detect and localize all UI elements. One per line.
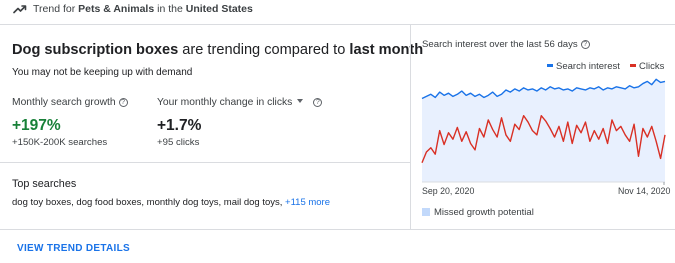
x-tick-end: Nov 14, 2020 — [618, 186, 671, 196]
trend-location: United States — [185, 3, 253, 15]
trend-middle: in the — [154, 3, 186, 15]
search-growth-sub: +150K-200K searches — [12, 137, 108, 148]
help-icon[interactable]: ? — [118, 98, 128, 107]
trend-category: Pets & Animals — [78, 3, 155, 15]
clicks-change-dropdown[interactable]: Your monthly change in clicks — [157, 97, 304, 108]
legend-clicks: Clicks — [630, 61, 664, 72]
dropdown-arrow-icon — [297, 99, 304, 103]
top-searches-title: Top searches — [12, 178, 77, 190]
clicks-change-label: Your monthly change in clicks? — [157, 97, 323, 108]
search-growth-label: Monthly search growth? — [12, 97, 128, 108]
section-divider — [0, 162, 410, 163]
legend-swatch-area — [422, 208, 430, 216]
chart-title: Search interest over the last 56 days? — [422, 39, 590, 50]
headline-topic: Dog subscription boxes — [12, 42, 179, 58]
trending-up-icon — [13, 5, 27, 14]
x-tick-start: Sep 20, 2020 — [422, 186, 475, 196]
legend-search-interest-label: Search interest — [556, 61, 620, 72]
search-growth-label-text: Monthly search growth — [12, 97, 116, 108]
trend-summary: Dog subscription boxes are trending comp… — [0, 25, 423, 230]
trend-card: Dog subscription boxes are trending comp… — [0, 24, 675, 230]
clicks-change-sub: +95 clicks — [157, 137, 200, 148]
legend-clicks-label: Clicks — [639, 61, 665, 72]
help-icon[interactable]: ? — [313, 98, 323, 107]
headline: Dog subscription boxes are trending comp… — [12, 41, 423, 59]
help-icon[interactable]: ? — [580, 40, 590, 49]
clicks-change-label-text: Your monthly change in clicks — [157, 97, 293, 108]
trend-header-text: Trend for Pets & Animals in the United S… — [33, 3, 253, 15]
top-searches-more-link[interactable]: +115 more — [285, 197, 330, 208]
top-searches-list: dog toy boxes, dog food boxes, monthly d… — [12, 197, 330, 208]
trend-prefix: Trend for — [33, 3, 79, 15]
missed-growth-legend: Missed growth potential — [422, 207, 534, 218]
interest-chart — [421, 78, 666, 185]
legend-swatch-blue — [547, 64, 553, 67]
chart-title-text: Search interest over the last 56 days — [422, 39, 578, 50]
view-trend-details-link[interactable]: VIEW TREND DETAILS — [17, 243, 130, 254]
chart-panel: Search interest over the last 56 days? S… — [411, 25, 675, 230]
missed-growth-label: Missed growth potential — [434, 207, 534, 218]
top-searches-items: dog toy boxes, dog food boxes, monthly d… — [12, 197, 286, 208]
search-growth-value: +197% — [12, 117, 61, 134]
clicks-change-value: +1.7% — [157, 117, 202, 134]
legend-search-interest: Search interest — [547, 61, 620, 72]
trend-header: Trend for Pets & Animals in the United S… — [0, 0, 675, 24]
legend-swatch-red — [630, 64, 636, 67]
demand-subtext: You may not be keeping up with demand — [12, 67, 193, 78]
headline-middle: are trending compared to — [178, 42, 350, 58]
